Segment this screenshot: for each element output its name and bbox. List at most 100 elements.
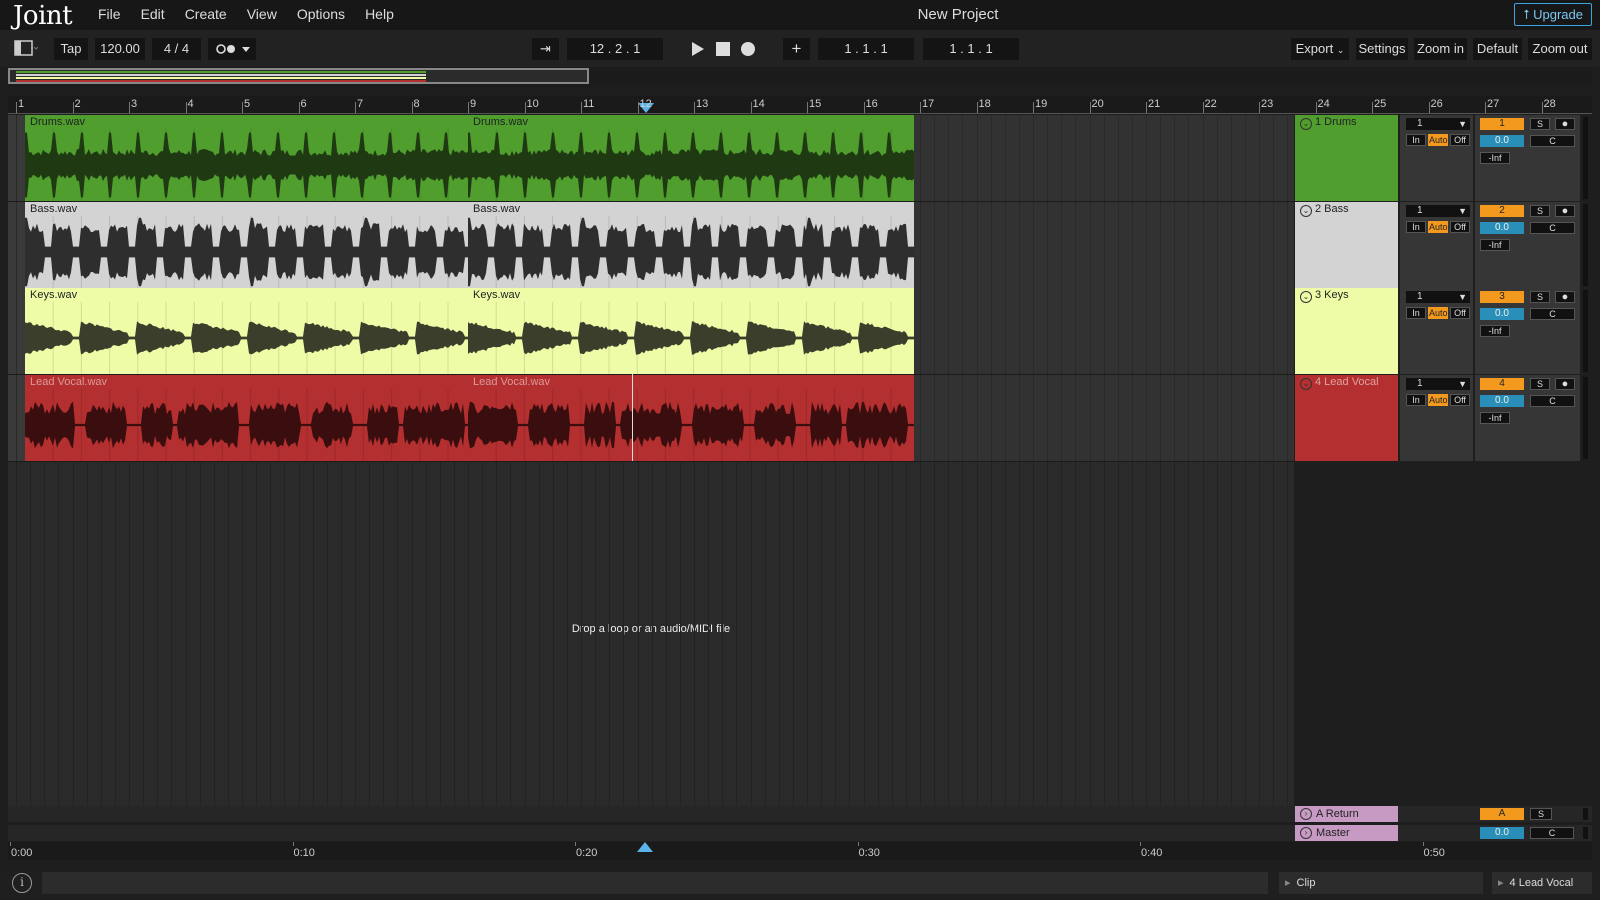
input-select[interactable]: 1 ▼ <box>1406 204 1470 217</box>
monitor-in-button[interactable]: In <box>1406 220 1426 233</box>
pan-field[interactable]: C <box>1530 135 1575 147</box>
send-field[interactable]: -Inf <box>1480 411 1510 424</box>
return-solo-button[interactable]: S <box>1530 808 1552 820</box>
stop-button[interactable] <box>712 38 734 60</box>
menu-view[interactable]: View <box>237 0 287 30</box>
volume-field[interactable]: 0.0 <box>1480 394 1524 407</box>
track-status[interactable]: ▸ 4 Lead Vocal <box>1492 872 1592 894</box>
clip-status[interactable]: ▸ Clip <box>1279 872 1483 894</box>
monitor-in-button[interactable]: In <box>1406 134 1426 146</box>
monitor-auto-button[interactable]: Auto <box>1428 220 1448 233</box>
track-lane[interactable]: Drums.wav Drums.wav <box>8 115 1294 202</box>
monitor-auto-button[interactable]: Auto <box>1428 134 1448 146</box>
follow-button[interactable]: ⇥ <box>532 38 559 60</box>
return-track-header[interactable]: › A Return <box>1295 806 1398 822</box>
track-lane[interactable]: Keys.wav Keys.wav <box>8 288 1294 375</box>
tempo-field[interactable]: 120.00 <box>95 38 145 60</box>
monitor-off-button[interactable]: Off <box>1450 393 1470 406</box>
metronome-button[interactable] <box>208 38 256 60</box>
volume-field[interactable]: 0.0 <box>1480 308 1524 320</box>
track-header[interactable]: ⌄ 3 Keys <box>1295 288 1398 374</box>
track-header[interactable]: ⌄ 1 Drums <box>1295 115 1398 201</box>
add-loop-button[interactable]: + <box>783 38 810 60</box>
pan-field[interactable]: C <box>1530 221 1575 234</box>
pan-field[interactable]: C <box>1530 308 1575 320</box>
loop-length-field[interactable]: 1 . 1 . 1 <box>923 38 1019 60</box>
zoom-out-button[interactable]: Zoom out <box>1528 38 1592 60</box>
pan-field[interactable]: C <box>1530 394 1575 407</box>
volume-field[interactable]: 0.0 <box>1480 135 1524 147</box>
tap-tempo-button[interactable]: Tap <box>54 38 88 60</box>
info-icon[interactable]: i <box>12 873 32 893</box>
input-select[interactable]: 1 ▼ <box>1406 291 1470 303</box>
send-field[interactable]: -Inf <box>1480 238 1510 251</box>
volume-field[interactable]: 0.0 <box>1480 221 1524 234</box>
solo-button[interactable]: S <box>1530 291 1550 303</box>
overview-viewport[interactable] <box>8 68 589 84</box>
track-lane[interactable]: Lead Vocal.wav Lead Vocal.wav <box>8 374 1294 462</box>
send-field[interactable]: -Inf <box>1480 325 1510 337</box>
zoom-in-button[interactable]: Zoom in <box>1414 38 1467 60</box>
monitor-in-button[interactable]: In <box>1406 393 1426 406</box>
solo-button[interactable]: S <box>1530 377 1550 390</box>
monitor-off-button[interactable]: Off <box>1450 220 1470 233</box>
track-header[interactable]: ⌄ 2 Bass <box>1295 201 1398 288</box>
settings-button[interactable]: Settings <box>1356 38 1408 60</box>
zoom-default-button[interactable]: Default <box>1473 38 1522 60</box>
collapse-icon[interactable]: ⌄ <box>1300 204 1312 217</box>
collapse-icon[interactable]: ⌄ <box>1300 377 1312 390</box>
collapse-icon[interactable]: ⌄ <box>1300 291 1312 303</box>
expand-icon[interactable]: › <box>1300 827 1312 839</box>
track-activator[interactable]: 4 <box>1480 377 1524 390</box>
menu-options[interactable]: Options <box>287 0 355 30</box>
master-track-header[interactable]: › Master <box>1295 825 1398 841</box>
track-header[interactable]: ⌄ 4 Lead Vocal <box>1295 374 1398 461</box>
master-pan[interactable]: C <box>1530 827 1574 839</box>
expand-icon[interactable]: › <box>1300 808 1312 820</box>
audio-clip[interactable]: Drums.wav <box>25 115 468 201</box>
arm-button[interactable]: ● <box>1555 291 1575 303</box>
audio-clip[interactable]: Drums.wav <box>468 115 914 201</box>
play-button[interactable] <box>686 38 710 60</box>
master-volume[interactable]: 0.0 <box>1480 827 1524 839</box>
input-select[interactable]: 1 ▼ <box>1406 118 1470 130</box>
time-ruler[interactable]: 0:00 0:10 0:20 0:30 0:40 0:50 <box>8 842 1592 860</box>
upgrade-button[interactable]: ⭡ Upgrade <box>1514 3 1592 26</box>
audio-clip[interactable]: Lead Vocal.wav <box>25 374 468 461</box>
bar-ruler[interactable]: 1 2 3 4 5 6 7 8 9 10 11 12 13 14 15 16 17 18 19 20 21 22 23 24 2… <box>8 96 1592 114</box>
audio-clip[interactable]: Keys.wav <box>468 288 914 374</box>
sidebar-toggle-button[interactable] <box>10 38 40 60</box>
monitor-auto-button[interactable]: Auto <box>1428 307 1448 319</box>
input-select[interactable]: 1 ▼ <box>1406 377 1470 390</box>
arm-button[interactable]: ● <box>1555 204 1575 217</box>
export-button[interactable]: Export ⌄ <box>1291 38 1349 60</box>
audio-clip[interactable]: Bass.wav <box>25 201 468 288</box>
loop-start-field[interactable]: 1 . 1 . 1 <box>818 38 914 60</box>
time-signature-field[interactable]: 4 / 4 <box>152 38 201 60</box>
audio-clip[interactable]: Lead Vocal.wav <box>468 374 914 461</box>
arm-button[interactable]: ● <box>1555 377 1575 390</box>
track-activator[interactable]: 2 <box>1480 204 1524 217</box>
monitor-in-button[interactable]: In <box>1406 307 1426 319</box>
collapse-icon[interactable]: ⌄ <box>1300 118 1312 130</box>
track-activator[interactable]: 1 <box>1480 118 1524 130</box>
monitor-auto-button[interactable]: Auto <box>1428 393 1448 406</box>
song-overview[interactable] <box>8 67 1592 87</box>
monitor-off-button[interactable]: Off <box>1450 307 1470 319</box>
position-field[interactable]: 12 . 2 . 1 <box>567 38 663 60</box>
arm-button[interactable]: ● <box>1555 118 1575 130</box>
solo-button[interactable]: S <box>1530 118 1550 130</box>
menu-file[interactable]: File <box>88 0 131 30</box>
record-button[interactable] <box>737 38 759 60</box>
solo-button[interactable]: S <box>1530 204 1550 217</box>
track-lane[interactable]: Bass.wav Bass.wav <box>8 201 1294 289</box>
monitor-off-button[interactable]: Off <box>1450 134 1470 146</box>
arrangement-area[interactable]: Drop a loop or an audio/MIDI file Drums.… <box>8 115 1294 807</box>
audio-clip[interactable]: Keys.wav <box>25 288 468 374</box>
menu-edit[interactable]: Edit <box>131 0 175 30</box>
send-field[interactable]: -Inf <box>1480 152 1510 164</box>
menu-create[interactable]: Create <box>175 0 237 30</box>
track-activator[interactable]: 3 <box>1480 291 1524 303</box>
playhead-marker-icon[interactable] <box>637 842 653 852</box>
menu-help[interactable]: Help <box>355 0 404 30</box>
